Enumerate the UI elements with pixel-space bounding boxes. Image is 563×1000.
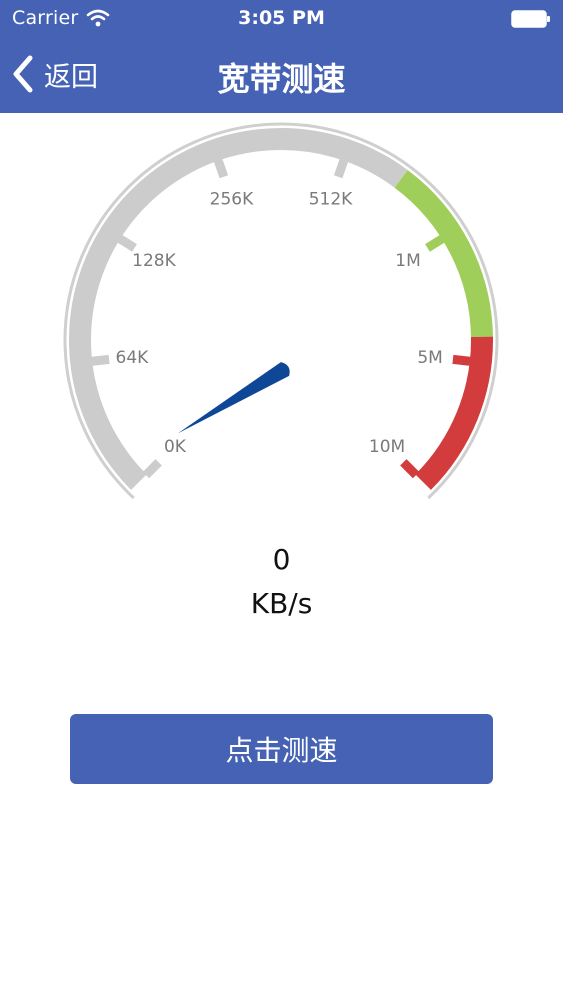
nav-bar: 返回 宽带测速 bbox=[0, 38, 563, 113]
gauge-tick-labels: 0K 64K 128K 256K 512K 1M 5M 10M bbox=[116, 189, 443, 457]
gauge-tick bbox=[142, 459, 162, 479]
gauge-tick bbox=[213, 158, 229, 179]
gauge-tick bbox=[116, 234, 137, 252]
page-title: 宽带测速 bbox=[217, 60, 346, 98]
battery-icon bbox=[511, 10, 550, 28]
gauge-tick bbox=[425, 234, 446, 252]
gauge-tick-label: 1M bbox=[395, 251, 420, 271]
top-bar: Carrier 3:05 PM 返回 宽带测速 bbox=[0, 0, 563, 113]
gauge-needle bbox=[177, 362, 290, 434]
speed-unit: KB/s bbox=[250, 587, 313, 620]
gauge-tick bbox=[452, 354, 472, 366]
gauge-outer-ring bbox=[63, 122, 499, 500]
status-bar: Carrier 3:05 PM bbox=[0, 0, 563, 38]
gauge-tick bbox=[400, 459, 420, 479]
speed-gauge: 0K 64K 128K 256K 512K 1M 5M 10M bbox=[0, 113, 563, 573]
gauge-tick-label: 128K bbox=[132, 251, 176, 271]
gauge-tick bbox=[333, 158, 349, 179]
gauge-tick-label: 64K bbox=[116, 348, 150, 368]
gauge-ticks bbox=[90, 158, 472, 479]
gauge-tick-label: 256K bbox=[210, 189, 254, 209]
gauge-tick-label: 512K bbox=[309, 189, 353, 209]
gauge-svg: 0K 64K 128K 256K 512K 1M 5M 10M bbox=[63, 122, 499, 500]
gauge-tick-label: 5M bbox=[417, 348, 442, 368]
speed-value: 0 bbox=[272, 543, 291, 576]
gauge-tick-label: 0K bbox=[164, 437, 187, 457]
status-time: 3:05 PM bbox=[238, 7, 325, 29]
speed-test-screen: Carrier 3:05 PM 返回 宽带测速 0K 64K 128K 256K… bbox=[0, 0, 563, 1000]
gauge-tick-label: 10M bbox=[369, 437, 405, 457]
gauge-tick bbox=[90, 354, 110, 366]
start-test-button[interactable]: 点击测速 bbox=[70, 714, 493, 784]
